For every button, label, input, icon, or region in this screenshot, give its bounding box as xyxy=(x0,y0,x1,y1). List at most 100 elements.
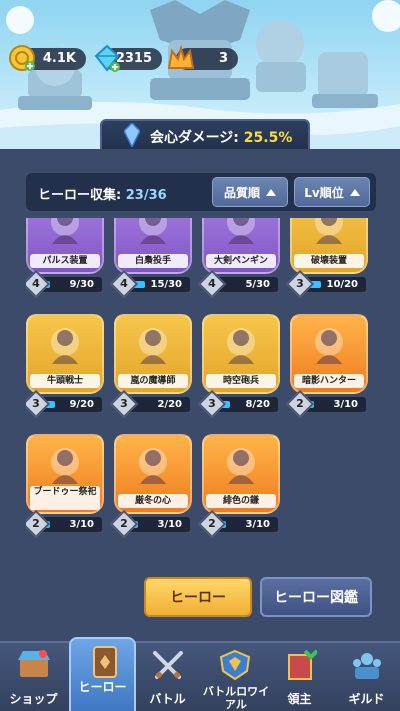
hero-level-badge: 3 xyxy=(285,269,315,299)
tab-hero[interactable]: ヒーロー xyxy=(69,637,136,711)
sort-level-label: Lv順位 xyxy=(304,186,344,200)
hero-name: ブードゥー祭祀 xyxy=(30,486,100,510)
hero-grid: パルス装置 9/30 4 白梟投手 15/30 4 大剣ペンギン 5/30 4 破壊装置 10/20… xyxy=(26,218,378,558)
hero-progress-text: 3/10 xyxy=(157,519,182,530)
hero-level: 3 xyxy=(32,397,40,410)
hero-progress-text: 15/30 xyxy=(150,279,182,290)
triangle-up-icon xyxy=(349,189,360,196)
tab-label: 領主 xyxy=(287,692,312,706)
gem-value: 2315 xyxy=(115,51,152,66)
hero-level-badge: 3 xyxy=(197,389,227,419)
tab-label: ギルド xyxy=(348,692,385,706)
hero-dex-button[interactable]: ヒーロー図鑑 xyxy=(260,577,372,617)
hero-name: 白梟投手 xyxy=(118,254,188,268)
tab-label: ヒーロー xyxy=(78,680,127,694)
hero-progress-text: 9/30 xyxy=(69,279,94,290)
hero-level-badge: 4 xyxy=(197,269,227,299)
hero-portrait-icon xyxy=(139,448,167,484)
hero-portrait-icon xyxy=(227,328,255,364)
hero-level: 4 xyxy=(120,277,128,290)
crit-value: 25.5% xyxy=(243,130,293,146)
hero-card-icon xyxy=(93,646,117,678)
hero-level: 3 xyxy=(208,397,216,410)
hero-card[interactable]: 白梟投手 15/30 4 xyxy=(109,218,192,299)
hero-level-badge: 2 xyxy=(197,509,227,539)
collection-label: ヒーロー収集: xyxy=(38,188,122,203)
hero-name: 牛頭戦士 xyxy=(30,374,100,388)
hero-name: 大剣ペンギン xyxy=(206,254,276,268)
royale-shield-icon xyxy=(219,649,251,681)
gold-coin-icon xyxy=(9,45,35,71)
crown-resource[interactable]: 3 xyxy=(167,44,238,70)
bottom-tab-bar: ショップ ヒーロー バトル バトルロワイアル 領主 ギルド xyxy=(0,637,400,711)
hero-card[interactable]: 嵐の魔導師 2/20 3 xyxy=(109,314,192,419)
gem-resource[interactable]: 2315 xyxy=(94,44,162,72)
hero-portrait-icon xyxy=(315,218,343,244)
collection-header: ヒーロー収集: 23/36 品質順 Lv順位 xyxy=(26,173,376,211)
crit-label: 会心ダメージ: xyxy=(150,130,239,146)
hero-portrait-icon xyxy=(51,448,79,484)
hero-level: 4 xyxy=(208,277,216,290)
hero-card[interactable]: 時空砲兵 8/20 3 xyxy=(197,314,280,419)
hero-level: 3 xyxy=(120,397,128,410)
hero-level-badge: 4 xyxy=(26,269,51,299)
hero-progress-text: 2/20 xyxy=(157,399,182,410)
hero-card[interactable]: 厳冬の心 3/10 2 xyxy=(109,434,192,539)
hero-name: パルス装置 xyxy=(30,254,100,268)
hero-portrait-icon xyxy=(51,328,79,364)
guild-icon xyxy=(353,653,381,679)
hero-progress-text: 3/10 xyxy=(69,519,94,530)
crit-damage-banner: 会心ダメージ: 25.5% xyxy=(100,119,310,149)
hero-level-badge: 3 xyxy=(109,389,139,419)
hero-portrait-icon xyxy=(227,218,255,244)
hero-level: 3 xyxy=(296,277,304,290)
tab-label: バトル xyxy=(149,692,186,706)
crown-value: 3 xyxy=(218,51,228,66)
hero-level: 2 xyxy=(120,517,128,530)
hero-level-badge: 2 xyxy=(26,509,51,539)
lord-banner-icon xyxy=(288,649,317,680)
tab-battle[interactable]: バトル xyxy=(134,643,201,711)
hero-level: 4 xyxy=(32,277,40,290)
gold-value: 4.1K xyxy=(42,51,76,66)
hero-portrait-icon xyxy=(51,218,79,244)
tab-lord[interactable]: 領主 xyxy=(266,643,333,711)
hero-progress-text: 9/20 xyxy=(69,399,94,410)
hero-card[interactable]: 緋色の鎌 3/10 2 xyxy=(197,434,280,539)
hero-level-badge: 3 xyxy=(26,389,51,419)
hero-level-badge: 2 xyxy=(285,389,315,419)
tab-label: バトルロワイアル xyxy=(202,685,270,711)
hero-portrait-icon xyxy=(227,448,255,484)
hero-progress-text: 5/30 xyxy=(245,279,270,290)
hero-progress-text: 10/20 xyxy=(326,279,358,290)
hero-card[interactable]: 大剣ペンギン 5/30 4 xyxy=(197,218,280,299)
hero-level: 2 xyxy=(32,517,40,530)
sort-level-button[interactable]: Lv順位 xyxy=(294,177,370,207)
hero-portrait-icon xyxy=(139,218,167,244)
sort-quality-label: 品質順 xyxy=(223,186,260,200)
hero-name: 厳冬の心 xyxy=(118,494,188,508)
hero-level-badge: 2 xyxy=(109,509,139,539)
hero-portrait-icon xyxy=(139,328,167,364)
tab-guild[interactable]: ギルド xyxy=(333,643,400,711)
hero-card[interactable]: 牛頭戦士 9/20 3 xyxy=(26,314,104,419)
collection-count: 23/36 xyxy=(125,188,167,203)
hero-name: 破壊装置 xyxy=(294,254,364,268)
hero-card[interactable]: 破壊装置 10/20 3 xyxy=(285,218,368,299)
tab-shop[interactable]: ショップ xyxy=(0,643,67,711)
hero-name: 緋色の鎌 xyxy=(206,494,276,508)
triangle-up-icon xyxy=(266,189,276,196)
hero-card[interactable]: パルス装置 9/30 4 xyxy=(26,218,104,299)
crystal-icon xyxy=(124,123,140,147)
hero-name: 時空砲兵 xyxy=(206,374,276,388)
hero-portrait-icon xyxy=(315,328,343,364)
hero-card[interactable]: ブードゥー祭祀 3/10 2 xyxy=(26,434,104,539)
hero-button[interactable]: ヒーロー xyxy=(144,577,252,617)
crown-icon xyxy=(167,44,195,69)
tab-battle-royale[interactable]: バトルロワイアル xyxy=(200,643,272,711)
hero-name: 嵐の魔導師 xyxy=(118,374,188,388)
gold-resource[interactable]: 4.1K xyxy=(9,45,86,71)
hero-progress-text: 3/10 xyxy=(245,519,270,530)
sort-quality-button[interactable]: 品質順 xyxy=(212,177,288,207)
hero-card[interactable]: 暗影ハンター 3/10 2 xyxy=(285,314,368,419)
